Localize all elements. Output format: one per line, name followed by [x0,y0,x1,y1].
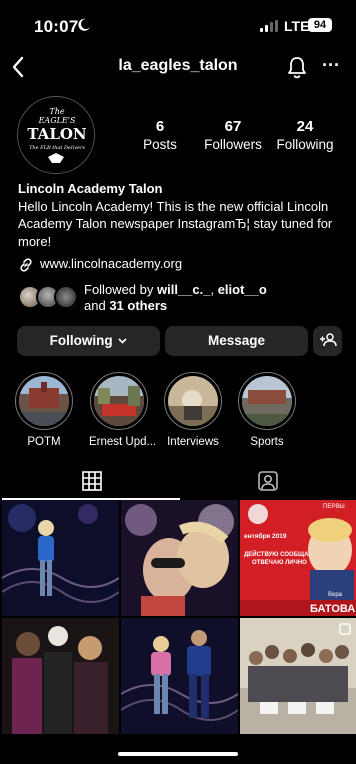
logo-tagline: The FLB that Delivers [29,145,85,151]
followers-label: Followers [204,137,262,152]
poster-line2: ОТВЕЧАЮ ЛИЧНО [252,560,307,566]
highlight-cover [168,376,218,426]
tagged-icon[interactable] [257,470,279,492]
post-thumbnail[interactable] [240,618,356,734]
profile-tabs [0,464,356,500]
suggested-users-button[interactable] [313,326,342,356]
followers-stat[interactable]: 67 Followers [193,118,273,152]
poster-small-label: ПЕРВЫ [323,504,345,510]
highlight-label: Interviews [167,436,219,448]
highlight-sports[interactable]: Sports [237,372,297,448]
post-thumbnail[interactable] [121,618,238,734]
highlight-interviews[interactable]: Interviews [163,372,223,448]
poster-first-name: Вера [328,592,343,598]
post-thumbnail[interactable] [2,618,119,734]
network-label: LTE [284,18,310,34]
post-thumbnail[interactable]: ПЕРВЫ ентября 2019 ДЕЙСТВУЮ СООБЩА, ОТВЕ… [240,500,356,616]
message-button[interactable]: Message [165,326,308,356]
logo-line3: TALON [27,125,87,143]
logo-line1: The [49,107,64,116]
highlight-potm[interactable]: POTM [14,372,74,448]
home-indicator[interactable] [118,752,238,756]
posts-count: 6 [155,118,165,135]
highlight-label: Ernest Upd... [89,436,157,448]
posts-stat[interactable]: 6 Posts [120,118,200,152]
link-icon [20,258,32,272]
following-stat[interactable]: 24 Following [265,118,345,152]
highlight-cover [242,376,292,426]
status-time: 10:07 [34,17,79,36]
followers-count: 67 [224,118,242,135]
bio-text: Hello Lincoln Academy! This is the new o… [18,198,333,249]
display-name: Lincoln Academy Talon [18,181,163,196]
highlight-label: Sports [250,436,284,448]
profile-bio: Lincoln Academy Talon Hello Lincoln Acad… [18,180,348,250]
highlight-ernest-updates[interactable]: Ernest Upd... [89,372,157,448]
highlight-cover [19,376,69,426]
follower-avatar [54,285,78,309]
following-label: Following [276,137,334,152]
top-nav: la_eagles_talon ··· [0,50,356,84]
posts-label: Posts [143,137,177,152]
chevron-down-icon [118,338,127,345]
profile-stats: 6 Posts 67 Followers 24 Following [120,118,350,158]
website-url[interactable]: www.lincolnacademy.org [40,256,182,271]
signal-icon [260,20,278,32]
highlight-label: POTM [27,436,61,448]
grid-icon[interactable] [82,471,102,491]
more-options-icon[interactable]: ··· [320,56,342,78]
poster-last-name: БАТОВА [310,603,355,615]
poster-line1: ДЕЙСТВУЮ СООБЩА, [244,550,310,558]
poster-date: ентября 2019 [244,532,287,540]
posts-grid: ПЕРВЫ ентября 2019 ДЕЙСТВУЮ СООБЩА, ОТВЕ… [2,500,356,736]
followed-by[interactable]: Followed by will__c._, eliot__o and 31 o… [18,282,338,314]
avatar[interactable]: The EAGLE'S TALON The FLB that Delivers [17,96,95,174]
post-thumbnail[interactable] [2,500,119,616]
battery-indicator: 94 [308,18,332,32]
add-user-icon [319,333,337,347]
logo-line2: EAGLE'S [38,116,76,125]
talon-logo: The EAGLE'S TALON The FLB that Delivers [19,98,94,173]
status-bar: 10:07 LTE 94 [0,0,356,44]
following-count: 24 [296,118,314,135]
message-button-label: Message [207,333,266,348]
moon-icon [78,18,90,31]
post-thumbnail[interactable] [121,500,238,616]
highlight-cover [94,376,144,426]
following-button-label: Following [49,333,113,348]
followed-by-text: Followed by will__c._, eliot__o and 31 o… [84,282,267,313]
following-button[interactable]: Following [17,326,160,356]
bell-icon[interactable] [286,55,308,79]
